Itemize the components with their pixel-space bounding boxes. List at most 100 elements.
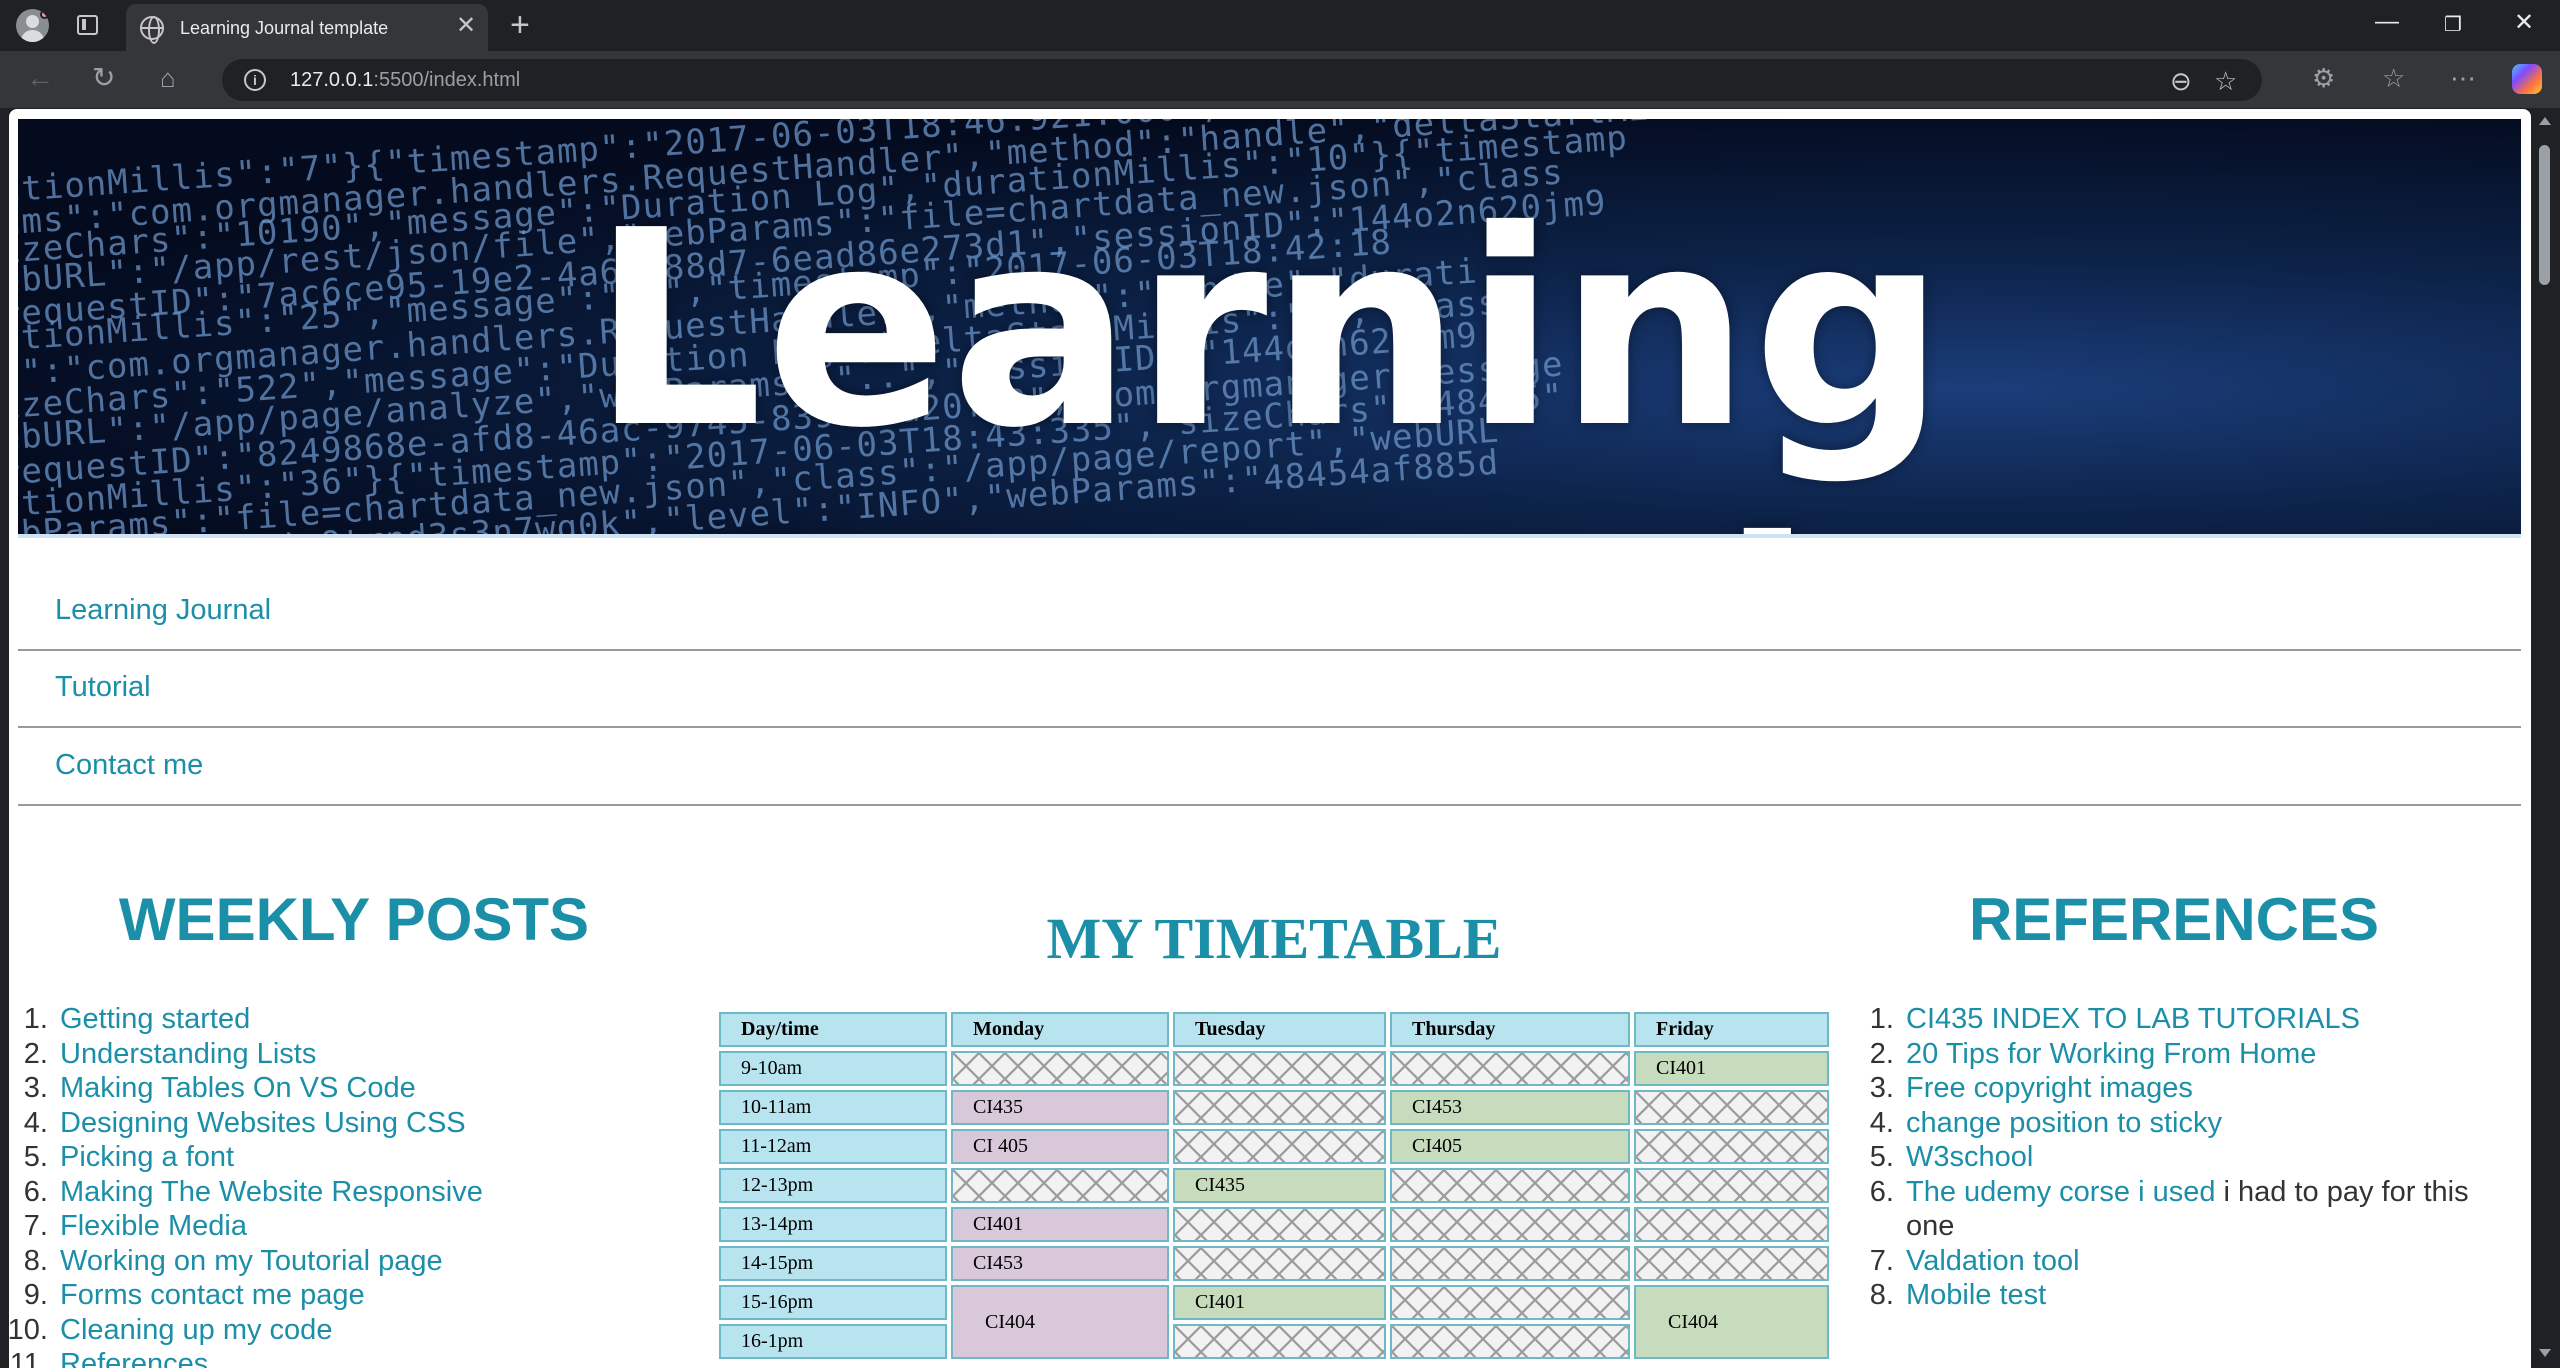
- time-cell: 16-1pm: [719, 1324, 947, 1359]
- restore-icon[interactable]: ❐: [2444, 12, 2462, 37]
- scroll-down-icon[interactable]: [2539, 1349, 2551, 1357]
- time-cell: 9-10am: [719, 1051, 947, 1086]
- header-daytime: Day/time: [719, 1012, 947, 1047]
- close-tab-icon[interactable]: ✕: [456, 14, 476, 38]
- class-cell: CI435: [1173, 1168, 1386, 1203]
- weekly-post-link[interactable]: Cleaning up my code: [60, 1314, 332, 1346]
- favorites-icon[interactable]: ☆: [2382, 64, 2405, 92]
- weekly-post-link[interactable]: Working on my Toutorial page: [60, 1245, 443, 1277]
- reading-mode-icon[interactable]: ⊖: [2170, 66, 2192, 97]
- free-slot: [1173, 1324, 1386, 1359]
- nav-item-learning-journal[interactable]: Learning Journal: [55, 594, 271, 627]
- weekly-post-link[interactable]: Forms contact me page: [60, 1279, 365, 1311]
- table-row: 14-15pm CI453: [719, 1246, 1829, 1281]
- nav-item-tutorial[interactable]: Tutorial: [55, 671, 151, 704]
- free-slot: [951, 1051, 1169, 1086]
- free-slot: [1390, 1246, 1630, 1281]
- time-cell: 13-14pm: [719, 1207, 947, 1242]
- time-cell: 15-16pm: [719, 1285, 947, 1320]
- table-row: 11-12am CI 405 CI405: [719, 1129, 1829, 1164]
- reference-link[interactable]: W3school: [1906, 1141, 2033, 1173]
- reference-link[interactable]: Valdation tool: [1906, 1245, 2080, 1277]
- nav-divider: [18, 726, 2521, 728]
- class-cell: CI435: [951, 1090, 1169, 1125]
- weekly-posts-list: Getting startedUnderstanding ListsMaking…: [18, 1002, 638, 1368]
- new-tab-icon[interactable]: +: [510, 6, 530, 45]
- list-item: References: [56, 1347, 638, 1368]
- nav-divider: [18, 649, 2521, 651]
- list-item: The udemy corse i used i had to pay for …: [1902, 1175, 2514, 1244]
- page-scrollbar[interactable]: [2531, 109, 2560, 1368]
- free-slot: [1634, 1090, 1829, 1125]
- reference-link[interactable]: 20 Tips for Working From Home: [1906, 1038, 2316, 1070]
- list-item: Designing Websites Using CSS: [56, 1106, 638, 1141]
- free-slot: [1173, 1129, 1386, 1164]
- table-row: 15-16pm CI404 CI401 CI404: [719, 1285, 1829, 1359]
- free-slot: [1173, 1090, 1386, 1125]
- reference-link[interactable]: CI435 INDEX TO LAB TUTORIALS: [1906, 1003, 2360, 1035]
- weekly-post-link[interactable]: Understanding Lists: [60, 1038, 316, 1070]
- class-cell: CI453: [1390, 1090, 1630, 1125]
- window-close-icon[interactable]: ✕: [2514, 8, 2534, 37]
- address-bar[interactable]: i 127.0.0.1:5500/index.html ⊖ ☆: [222, 59, 2262, 101]
- site-info-icon[interactable]: i: [244, 69, 266, 91]
- scrollbar-thumb[interactable]: [2539, 145, 2550, 285]
- free-slot: [1390, 1051, 1630, 1086]
- home-icon[interactable]: ⌂: [160, 64, 176, 92]
- free-slot: [1634, 1168, 1829, 1203]
- header-banner: ationMillis":"7"}{"timestamp":"2017-06-0…: [18, 119, 2521, 538]
- browser-toolbar: ← ↻ ⌂ i 127.0.0.1:5500/index.html ⊖ ☆ ⚙ …: [0, 51, 2560, 108]
- class-cell: CI 405: [951, 1129, 1169, 1164]
- time-cell: 12-13pm: [719, 1168, 947, 1203]
- copilot-icon[interactable]: [2512, 64, 2542, 94]
- more-menu-icon[interactable]: ⋯: [2450, 64, 2476, 92]
- header-tuesday: Tuesday: [1173, 1012, 1386, 1047]
- header-friday: Friday: [1634, 1012, 1829, 1047]
- free-slot: [1173, 1051, 1386, 1086]
- list-item: Mobile test: [1902, 1278, 2514, 1313]
- list-item: Free copyright images: [1902, 1071, 2514, 1106]
- list-item: Forms contact me page: [56, 1278, 638, 1313]
- weekly-post-link[interactable]: References: [60, 1348, 208, 1368]
- browser-tab-strip: Learning Journal template ✕ + — ❐ ✕: [0, 0, 2560, 51]
- reference-link[interactable]: change position to sticky: [1906, 1107, 2222, 1139]
- favorite-star-icon[interactable]: ☆: [2214, 66, 2237, 97]
- timetable-title: MY TIMETABLE: [1046, 906, 1502, 971]
- reference-link[interactable]: Free copyright images: [1906, 1072, 2193, 1104]
- list-item: W3school: [1902, 1140, 2514, 1175]
- list-item: 20 Tips for Working From Home: [1902, 1037, 2514, 1072]
- time-cell: 14-15pm: [719, 1246, 947, 1281]
- list-item: CI435 INDEX TO LAB TUTORIALS: [1902, 1002, 2514, 1037]
- list-item: Getting started: [56, 1002, 638, 1037]
- back-icon[interactable]: ←: [26, 64, 54, 92]
- header-monday: Monday: [951, 1012, 1169, 1047]
- list-item: Cleaning up my code: [56, 1313, 638, 1348]
- list-item: Picking a font: [56, 1140, 638, 1175]
- tab-actions-icon[interactable]: [77, 15, 98, 35]
- weekly-post-link[interactable]: Making Tables On VS Code: [60, 1072, 416, 1104]
- free-slot: [1173, 1246, 1386, 1281]
- weekly-post-link[interactable]: Getting started: [60, 1003, 250, 1035]
- minimize-icon[interactable]: —: [2375, 8, 2399, 36]
- weekly-post-link[interactable]: Making The Website Responsive: [60, 1176, 483, 1208]
- free-slot: [1390, 1168, 1630, 1203]
- timetable: Day/time Monday Tuesday Thursday Friday …: [715, 1008, 1833, 1363]
- reference-link[interactable]: Mobile test: [1906, 1279, 2046, 1311]
- list-item: Making Tables On VS Code: [56, 1071, 638, 1106]
- weekly-post-link[interactable]: Flexible Media: [60, 1210, 247, 1242]
- weekly-post-link[interactable]: Designing Websites Using CSS: [60, 1107, 466, 1139]
- extensions-icon[interactable]: ⚙: [2312, 64, 2335, 92]
- profile-avatar-icon[interactable]: [16, 9, 49, 42]
- globe-icon: [140, 16, 164, 44]
- scroll-up-icon[interactable]: [2539, 117, 2551, 125]
- list-item: Flexible Media: [56, 1209, 638, 1244]
- class-cell: CI404: [1634, 1285, 1829, 1359]
- url-text[interactable]: 127.0.0.1:5500/index.html: [290, 69, 520, 92]
- free-slot: [1634, 1207, 1829, 1242]
- list-item: Understanding Lists: [56, 1037, 638, 1072]
- weekly-post-link[interactable]: Picking a font: [60, 1141, 234, 1173]
- browser-tab[interactable]: Learning Journal template ✕: [126, 4, 488, 51]
- reload-icon[interactable]: ↻: [92, 64, 115, 92]
- nav-item-contact-me[interactable]: Contact me: [55, 749, 203, 782]
- reference-link[interactable]: The udemy corse i used: [1906, 1176, 2215, 1208]
